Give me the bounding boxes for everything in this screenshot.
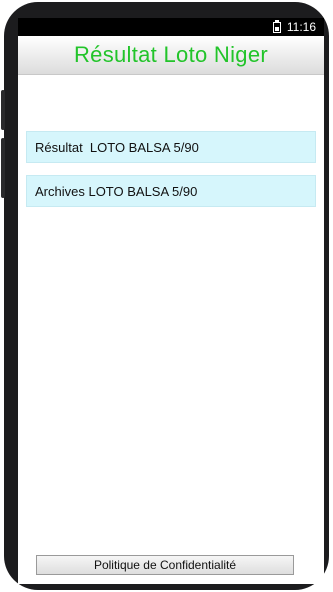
privacy-policy-label: Politique de Confidentialité [93,558,237,572]
privacy-policy-button[interactable]: Politique de Confidentialité [36,555,294,575]
status-icons: 11:16 [272,19,316,34]
app-header: Résultat Loto Niger [18,36,324,75]
status-time: 11:16 [286,20,316,34]
volume-button [1,90,5,130]
menu-item-label: Archives LOTO BALSA 5/90 [35,183,198,199]
phone-frame: 11:16 Résultat Loto Niger Résultat LOTO … [1,2,329,590]
volume-button-secondary [1,138,5,198]
menu-item-label: Résultat LOTO BALSA 5/90 [35,139,199,155]
app-screen: 11:16 Résultat Loto Niger Résultat LOTO … [18,18,324,584]
status-bar: 11:16 [18,18,324,36]
page-title: Résultat Loto Niger [73,42,269,67]
menu-item-archives[interactable]: Archives LOTO BALSA 5/90 [26,175,316,207]
battery-icon [272,19,281,33]
menu-item-resultat[interactable]: Résultat LOTO BALSA 5/90 [26,131,316,163]
